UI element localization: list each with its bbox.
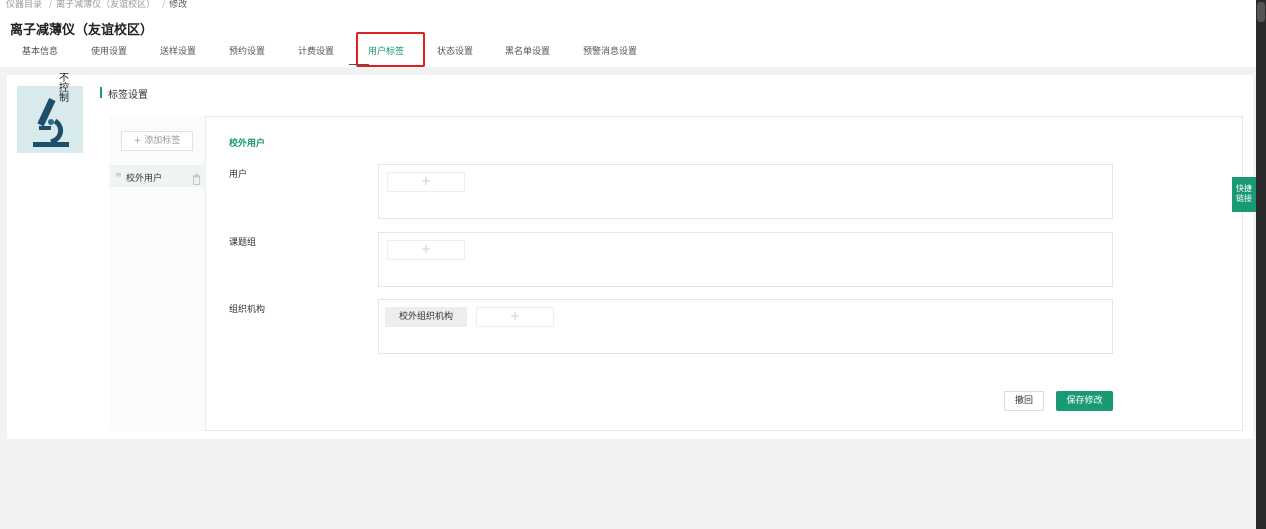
add-organization-button[interactable]: + (476, 307, 554, 327)
active-tab-underline (349, 64, 369, 65)
tab-usage-settings[interactable]: 使用设置 (91, 44, 127, 57)
scrollbar-thumb[interactable] (1257, 2, 1265, 22)
tag-list-item-label: 校外用户 (126, 174, 163, 184)
tab-bar: 基本信息 使用设置 送样设置 预约设置 计费设置 用户标签 状态设置 黑名单设置… (0, 40, 1266, 64)
tag-list-sidebar (109, 116, 206, 431)
tab-billing-settings[interactable]: 计费设置 (298, 44, 334, 57)
trash-icon[interactable] (192, 170, 201, 189)
breadcrumb: 仪器目录 / 离子减薄仪（友谊校区） / 修改 (6, 0, 190, 10)
add-group-button[interactable]: + (387, 240, 465, 260)
tab-status-settings[interactable]: 状态设置 (437, 44, 473, 57)
back-button[interactable]: 撤回 (1004, 391, 1044, 411)
tag-list-item[interactable]: ≡ 校外用户 (110, 165, 206, 187)
vertical-scrollbar[interactable] (1256, 0, 1266, 529)
add-tag-button[interactable]: + 添加标签 (121, 131, 193, 151)
quick-link-button[interactable]: 快捷 链接 (1232, 177, 1256, 212)
field-label-users: 用户 (229, 170, 248, 180)
section-title: 标签设置 (100, 86, 148, 101)
drag-handle-icon[interactable]: ≡ (115, 170, 122, 179)
active-tab-highlight-box (356, 32, 425, 67)
page-title: 离子减薄仪（友谊校区） (10, 23, 154, 38)
microscope-icon (33, 98, 69, 147)
breadcrumb-link-catalog[interactable]: 仪器目录 (6, 0, 42, 10)
tab-sample-settings[interactable]: 送样设置 (160, 44, 196, 57)
instrument-thumbnail (17, 86, 83, 153)
groups-field: + (378, 232, 1113, 287)
tag-detail-title: 校外用户 (229, 139, 266, 149)
tab-booking-settings[interactable]: 预约设置 (229, 44, 265, 57)
breadcrumb-current: 修改 (169, 0, 188, 10)
tab-alert-message-settings[interactable]: 预警消息设置 (583, 44, 637, 57)
breadcrumb-separator: / (162, 0, 166, 10)
quick-link-label-line1: 快捷 (1236, 184, 1252, 193)
field-label-organizations: 组织机构 (229, 305, 266, 315)
field-label-groups: 课题组 (229, 238, 257, 248)
add-user-button[interactable]: + (387, 172, 465, 192)
quick-link-label-line2: 链接 (1236, 194, 1252, 203)
users-field: + (378, 164, 1113, 219)
save-button[interactable]: 保存修改 (1056, 391, 1113, 411)
tab-blacklist-settings[interactable]: 黑名单设置 (505, 44, 550, 57)
breadcrumb-link-instrument[interactable]: 离子减薄仪（友谊校区） (56, 0, 155, 10)
organizations-field: 校外组织机构 + (378, 299, 1113, 354)
tab-basic-info[interactable]: 基本信息 (22, 44, 58, 57)
breadcrumb-separator: / (49, 0, 53, 10)
instrument-status-text: 不控制 (59, 73, 69, 104)
organization-chip[interactable]: 校外组织机构 (385, 307, 468, 327)
